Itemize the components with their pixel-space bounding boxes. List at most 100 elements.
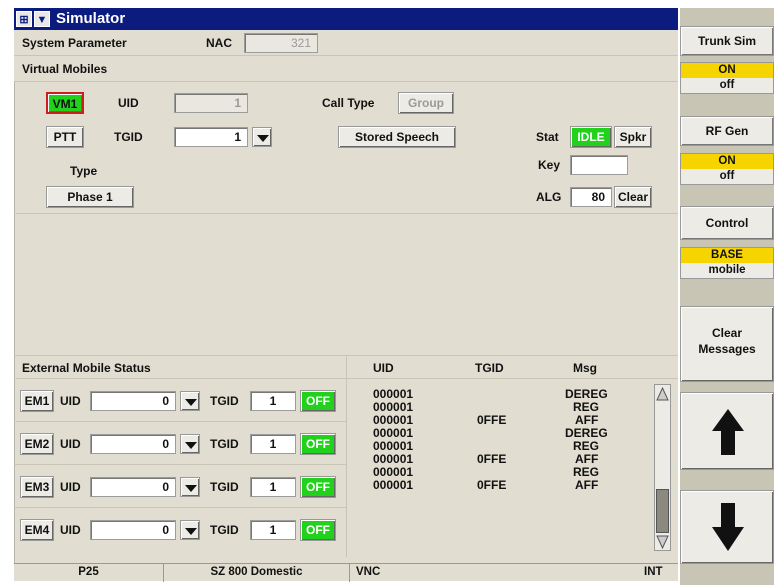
scroll-down-button[interactable] (680, 490, 774, 564)
scroll-up-icon[interactable] (656, 387, 669, 401)
control-button[interactable]: Control (680, 206, 774, 240)
log-uid-cell: 000001 (373, 387, 414, 401)
log-header-tgid: TGID (475, 361, 504, 375)
em1-status-button[interactable]: OFF (300, 390, 336, 412)
em-tgid-label: TGID (210, 394, 239, 408)
em-uid-label: UID (60, 437, 81, 451)
log-msg-cell: DEREG (565, 387, 608, 401)
type-label: Type (70, 164, 98, 178)
tgid-label: TGID (114, 130, 143, 144)
restore-icon[interactable]: ⊞ (16, 11, 32, 27)
rf-gen-toggle[interactable]: ON off (680, 153, 774, 185)
log-msg-cell: AFF (575, 413, 599, 427)
control-base[interactable]: BASE (681, 248, 773, 263)
log-msg-cell: REG (573, 439, 600, 453)
em3-button[interactable]: EM3 (20, 476, 54, 498)
control-toggle[interactable]: BASE mobile (680, 247, 774, 279)
status-mode: P25 (14, 564, 164, 582)
clear-messages-button[interactable]: Clear Messages (680, 306, 774, 382)
scroll-thumb[interactable] (656, 489, 669, 533)
em-uid-label: UID (60, 394, 81, 408)
call-type-button[interactable]: Group (398, 92, 454, 114)
type-button[interactable]: Phase 1 (46, 186, 134, 208)
log-uid-cell: 000001 (373, 439, 414, 453)
em2-uid-field[interactable]: 0 (90, 434, 176, 454)
em-row: EM4 UID 0 TGID 1 OFF (14, 508, 346, 551)
em4-button[interactable]: EM4 (20, 519, 54, 541)
em4-tgid-field[interactable]: 1 (250, 520, 296, 540)
stat-label: Stat (536, 130, 559, 144)
trunk-sim-toggle[interactable]: ON off (680, 62, 774, 94)
message-log: 000001 DEREG 000001 REG 000001 0FFE AFF … (346, 379, 678, 557)
trunk-sim-off[interactable]: off (681, 78, 773, 93)
log-scrollbar[interactable] (654, 384, 671, 551)
window-title: Simulator (56, 10, 126, 27)
status-vnc: VNC (356, 566, 381, 578)
log-tgid-cell: 0FFE (477, 413, 507, 427)
em-uid-label: UID (60, 523, 81, 537)
tgid-field[interactable]: 1 (174, 127, 248, 147)
rf-gen-off[interactable]: off (681, 169, 773, 184)
rf-gen-on[interactable]: ON (681, 154, 773, 169)
clear-button[interactable]: Clear (614, 186, 652, 208)
em2-uid-dropdown-icon[interactable] (180, 434, 200, 454)
scroll-down-icon[interactable] (656, 535, 669, 549)
em3-uid-field[interactable]: 0 (90, 477, 176, 497)
status-system: SZ 800 Domestic (164, 564, 350, 582)
em3-uid-dropdown-icon[interactable] (180, 477, 200, 497)
em1-button[interactable]: EM1 (20, 390, 54, 412)
control-mobile[interactable]: mobile (681, 263, 773, 278)
status-int: INT (644, 566, 663, 578)
log-uid-cell: 000001 (373, 465, 414, 479)
key-field[interactable] (570, 155, 628, 175)
key-label: Key (538, 158, 561, 172)
stat-status-badge: IDLE (570, 126, 612, 148)
system-parameter-label: System Parameter (22, 36, 127, 50)
system-parameter-row: System Parameter NAC 321 (14, 30, 678, 56)
scroll-up-button[interactable] (680, 392, 774, 470)
em1-tgid-field[interactable]: 1 (250, 391, 296, 411)
em4-status-button[interactable]: OFF (300, 519, 336, 541)
em-tgid-label: TGID (210, 437, 239, 451)
em2-status-button[interactable]: OFF (300, 433, 336, 455)
vm1-button[interactable]: VM1 (46, 92, 84, 114)
virtual-mobiles-panel: VM1 UID 1 Call Type Group PTT TGID 1 Sto… (14, 82, 678, 214)
log-msg-cell: AFF (575, 452, 599, 466)
ptt-button[interactable]: PTT (46, 126, 84, 148)
nac-field[interactable]: 321 (244, 33, 318, 53)
uid-field[interactable]: 1 (174, 93, 248, 113)
alg-field[interactable]: 80 (570, 187, 612, 207)
em4-uid-dropdown-icon[interactable] (180, 520, 200, 540)
em-uid-label: UID (60, 480, 81, 494)
tgid-dropdown-icon[interactable] (252, 127, 272, 147)
log-msg-cell: DEREG (565, 426, 608, 440)
trunk-sim-button[interactable]: Trunk Sim (680, 26, 774, 56)
trunk-sim-on[interactable]: ON (681, 63, 773, 78)
clear-messages-label: Clear Messages (698, 326, 756, 356)
log-tgid-cell: 0FFE (477, 452, 507, 466)
virtual-mobiles-label: Virtual Mobiles (22, 62, 108, 76)
em4-uid-field[interactable]: 0 (90, 520, 176, 540)
em2-tgid-field[interactable]: 1 (250, 434, 296, 454)
rf-gen-button[interactable]: RF Gen (680, 116, 774, 146)
em3-tgid-field[interactable]: 1 (250, 477, 296, 497)
log-uid-cell: 000001 (373, 452, 414, 466)
call-type-label: Call Type (322, 96, 375, 110)
log-uid-cell: 000001 (373, 413, 414, 427)
spkr-button[interactable]: Spkr (614, 126, 652, 148)
title-bar: ⊞ ▼ Simulator (14, 8, 678, 30)
em1-uid-field[interactable]: 0 (90, 391, 176, 411)
em2-button[interactable]: EM2 (20, 433, 54, 455)
virtual-mobiles-header: Virtual Mobiles (14, 56, 678, 82)
nac-label: NAC (206, 36, 232, 50)
external-mobile-status-header: External Mobile Status (14, 355, 346, 379)
arrow-up-icon (712, 409, 744, 455)
em1-uid-dropdown-icon[interactable] (180, 391, 200, 411)
em3-status-button[interactable]: OFF (300, 476, 336, 498)
menu-down-icon[interactable]: ▼ (34, 11, 50, 27)
stored-speech-button[interactable]: Stored Speech (338, 126, 456, 148)
message-log-header: UID TGID Msg (346, 355, 678, 379)
em-row: EM3 UID 0 TGID 1 OFF (14, 465, 346, 508)
arrow-down-icon (712, 503, 744, 551)
log-header-uid: UID (373, 361, 394, 375)
